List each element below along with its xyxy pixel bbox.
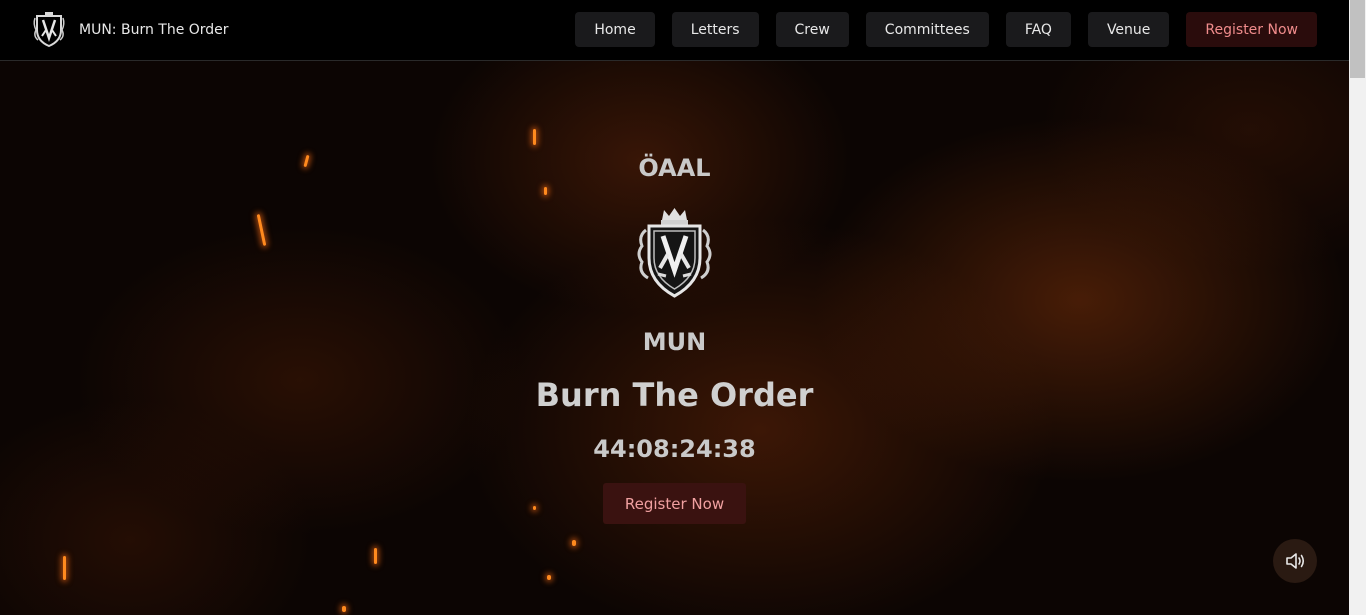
- vertical-scrollbar[interactable]: [1349, 0, 1366, 615]
- ember-spark: [533, 129, 536, 145]
- crest-shield-icon: [637, 208, 712, 298]
- mun-heading: MUN: [642, 328, 707, 356]
- ember-spark: [374, 548, 377, 564]
- nav-register-button[interactable]: Register Now: [1186, 12, 1317, 47]
- nav-faq[interactable]: FAQ: [1005, 12, 1071, 47]
- hero-register-button[interactable]: Register Now: [603, 483, 746, 524]
- ember-spark: [572, 540, 576, 546]
- top-navbar: MUN: Burn The Order Home Letters Crew Co…: [0, 0, 1349, 61]
- event-title: Burn The Order: [535, 376, 814, 414]
- ember-spark: [256, 214, 267, 246]
- crest-shield-icon: [33, 12, 65, 48]
- page: MUN: Burn The Order Home Letters Crew Co…: [0, 0, 1366, 615]
- countdown-timer: 44:08:24:38: [593, 435, 756, 463]
- sound-toggle-button[interactable]: [1273, 539, 1317, 583]
- ember-spark: [63, 556, 66, 580]
- nav-home[interactable]: Home: [575, 12, 655, 47]
- scrollbar-thumb[interactable]: [1350, 0, 1365, 78]
- brand[interactable]: MUN: Burn The Order: [32, 12, 229, 48]
- organization-name: ÖAAL: [638, 154, 711, 182]
- nav-links: Home Letters Crew Committees FAQ Venue R…: [558, 12, 1317, 47]
- ember-spark: [544, 187, 547, 195]
- speaker-volume-icon: [1286, 553, 1305, 569]
- ember-spark: [547, 575, 551, 580]
- nav-letters[interactable]: Letters: [671, 12, 759, 47]
- brand-title: MUN: Burn The Order: [79, 22, 229, 38]
- nav-venue[interactable]: Venue: [1087, 12, 1170, 47]
- ember-spark: [533, 506, 536, 510]
- nav-committees[interactable]: Committees: [865, 12, 989, 47]
- nav-crew[interactable]: Crew: [775, 12, 849, 47]
- ember-spark: [342, 606, 346, 612]
